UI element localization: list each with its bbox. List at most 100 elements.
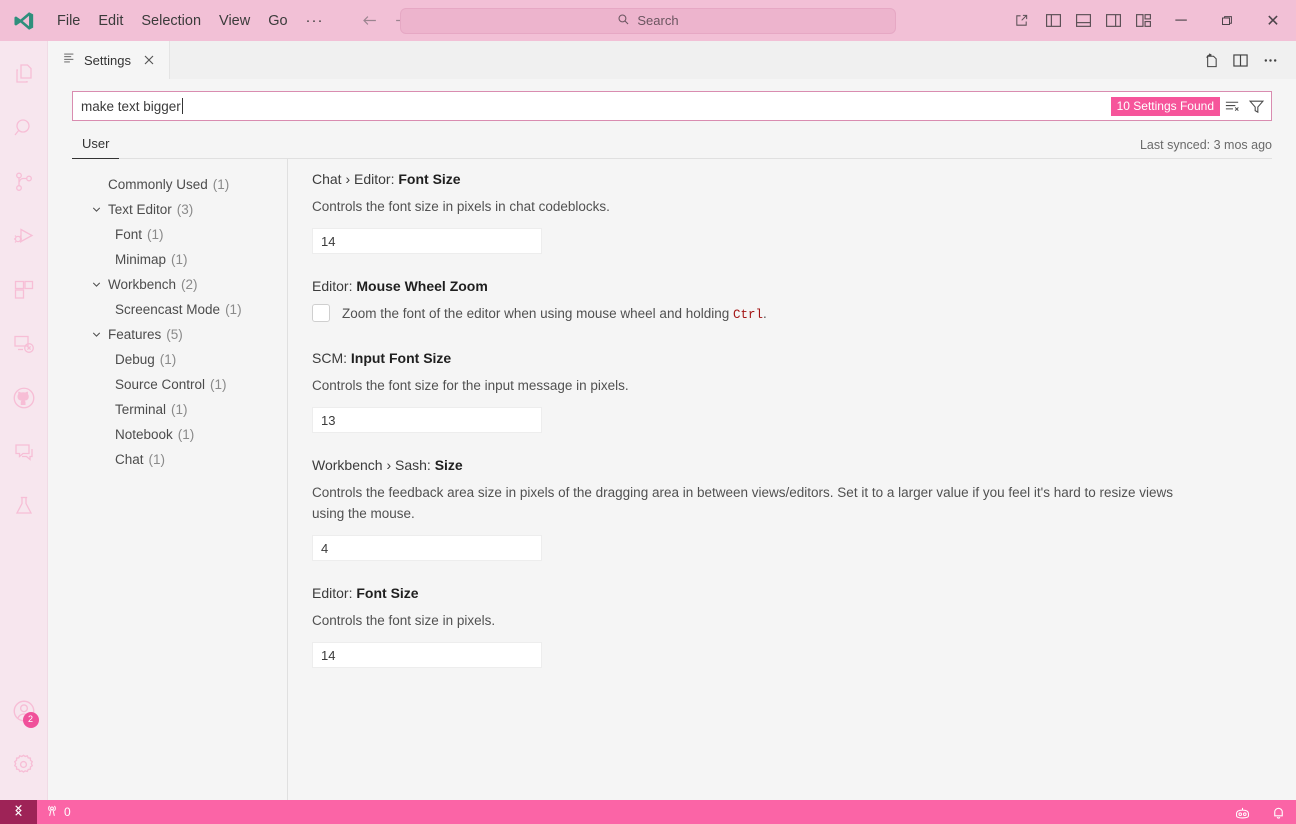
settings-table-of-contents: Commonly Used (1) Text Editor (3) Font (… bbox=[72, 159, 288, 800]
toc-count: (3) bbox=[177, 202, 194, 217]
settings-search-value: make text bigger bbox=[81, 99, 181, 114]
minimize-button[interactable]: ─ bbox=[1158, 0, 1204, 41]
toc-item-notebook[interactable]: Notebook (1) bbox=[72, 422, 287, 447]
sidebar-item-explorer[interactable] bbox=[0, 49, 48, 103]
menu-overflow-button[interactable]: ··· bbox=[297, 10, 333, 32]
sidebar-item-remote-explorer[interactable] bbox=[0, 319, 48, 373]
radio-tower-icon bbox=[45, 804, 59, 821]
toc-count: (1) bbox=[213, 177, 230, 192]
sidebar-item-extensions[interactable] bbox=[0, 265, 48, 319]
menu-go[interactable]: Go bbox=[259, 8, 296, 34]
toc-label: Features bbox=[108, 327, 161, 342]
toc-label: Source Control bbox=[115, 377, 205, 392]
sidebar-item-testing[interactable] bbox=[0, 481, 48, 535]
remote-indicator-button[interactable] bbox=[0, 800, 37, 824]
toc-count: (1) bbox=[147, 227, 164, 242]
setting-description: Controls the font size for the input mes… bbox=[312, 375, 1192, 396]
setting-editor-mouse-wheel-zoom: Editor: Mouse Wheel Zoom Zoom the font o… bbox=[312, 278, 1296, 326]
menu-selection[interactable]: Selection bbox=[132, 8, 210, 34]
setting-value-input[interactable]: 13 bbox=[312, 407, 542, 433]
toc-item-chat[interactable]: Chat (1) bbox=[72, 447, 287, 472]
setting-category: SCM: bbox=[312, 350, 351, 366]
open-settings-json-icon[interactable] bbox=[1196, 46, 1224, 74]
titlebar: File Edit Selection View Go ··· bbox=[0, 0, 1296, 41]
chevron-down-icon[interactable] bbox=[90, 328, 106, 341]
tab-user-settings[interactable]: User bbox=[72, 132, 119, 159]
filter-funnel-icon[interactable] bbox=[1244, 94, 1268, 118]
explorer-icon bbox=[12, 62, 36, 91]
sidebar-item-source-control[interactable] bbox=[0, 157, 48, 211]
toc-item-source-control[interactable]: Source Control (1) bbox=[72, 372, 287, 397]
sidebar-item-run-debug[interactable] bbox=[0, 211, 48, 265]
chevron-down-icon[interactable] bbox=[90, 203, 106, 216]
settings-search-row: make text bigger 10 Settings Found bbox=[72, 91, 1272, 121]
close-icon[interactable] bbox=[139, 50, 159, 70]
extensions-icon bbox=[12, 278, 36, 307]
toc-item-terminal[interactable]: Terminal (1) bbox=[72, 397, 287, 422]
arrow-left-icon[interactable] bbox=[361, 12, 378, 29]
status-radio-tower-item[interactable]: 0 bbox=[37, 800, 79, 824]
setting-category: Workbench › Sash: bbox=[312, 457, 435, 473]
notifications-bell-icon[interactable] bbox=[1261, 800, 1296, 824]
toc-count: (2) bbox=[181, 277, 198, 292]
setting-value-input[interactable]: 14 bbox=[312, 642, 542, 668]
more-actions-icon[interactable] bbox=[1256, 46, 1284, 74]
menu-view[interactable]: View bbox=[210, 8, 259, 34]
chevron-down-icon[interactable] bbox=[90, 278, 106, 291]
open-external-icon[interactable] bbox=[1004, 6, 1038, 36]
editor-actions bbox=[1196, 41, 1296, 79]
close-button[interactable]: ✕ bbox=[1250, 0, 1296, 41]
sidebar-item-chat[interactable] bbox=[0, 427, 48, 481]
toc-item-screencast-mode[interactable]: Screencast Mode (1) bbox=[72, 297, 287, 322]
copilot-icon[interactable] bbox=[1224, 800, 1261, 824]
setting-editor-font-size: Editor: Font Size Controls the font size… bbox=[312, 585, 1296, 668]
toggle-panel-icon[interactable] bbox=[1068, 6, 1098, 36]
settings-search-input[interactable]: make text bigger 10 Settings Found bbox=[72, 91, 1272, 121]
clear-filters-icon[interactable] bbox=[1220, 94, 1244, 118]
toc-item-workbench[interactable]: Workbench (2) bbox=[72, 272, 287, 297]
tab-settings[interactable]: Settings bbox=[48, 41, 170, 79]
testing-icon bbox=[12, 494, 36, 523]
tab-label: Settings bbox=[84, 53, 131, 68]
split-editor-icon[interactable] bbox=[1226, 46, 1254, 74]
toc-count: (1) bbox=[210, 377, 227, 392]
description-pre-text: Zoom the font of the editor when using m… bbox=[342, 306, 733, 321]
sidebar-item-accounts[interactable]: 2 bbox=[0, 686, 48, 740]
toc-item-features[interactable]: Features (5) bbox=[72, 322, 287, 347]
toc-count: (1) bbox=[160, 352, 177, 367]
sync-status-label: Last synced: 3 mos ago bbox=[1140, 138, 1272, 158]
editor-tab-bar: Settings bbox=[48, 41, 1296, 79]
inline-code-ctrl: Ctrl bbox=[733, 308, 763, 322]
menu-edit[interactable]: Edit bbox=[89, 8, 132, 34]
menubar[interactable]: File Edit Selection View Go ··· bbox=[48, 8, 333, 34]
setting-value-input[interactable]: 14 bbox=[312, 228, 542, 254]
toc-item-minimap[interactable]: Minimap (1) bbox=[72, 247, 287, 272]
setting-name: Font Size bbox=[398, 171, 460, 187]
sidebar-item-github[interactable] bbox=[0, 373, 48, 427]
customize-layout-icon[interactable] bbox=[1128, 6, 1158, 36]
toc-count: (1) bbox=[225, 302, 242, 317]
toggle-primary-sidebar-icon[interactable] bbox=[1038, 6, 1068, 36]
command-center-search[interactable]: Search bbox=[400, 8, 896, 34]
titlebar-right-controls: ─ ✕ bbox=[1004, 0, 1296, 41]
toc-item-commonly-used[interactable]: Commonly Used (1) bbox=[72, 172, 287, 197]
setting-name: Mouse Wheel Zoom bbox=[356, 278, 487, 294]
settings-list[interactable]: Chat › Editor: Font Size Controls the fo… bbox=[288, 159, 1296, 800]
toggle-secondary-sidebar-icon[interactable] bbox=[1098, 6, 1128, 36]
toc-count: (1) bbox=[171, 402, 188, 417]
setting-name: Font Size bbox=[356, 585, 418, 601]
setting-checkbox[interactable] bbox=[312, 304, 330, 322]
setting-name: Size bbox=[435, 457, 463, 473]
sidebar-item-search[interactable] bbox=[0, 103, 48, 157]
toc-item-debug[interactable]: Debug (1) bbox=[72, 347, 287, 372]
settings-tab-icon bbox=[62, 51, 76, 70]
setting-checkbox-row: Zoom the font of the editor when using m… bbox=[312, 303, 1256, 326]
sidebar-item-manage[interactable] bbox=[0, 740, 48, 794]
toc-item-font[interactable]: Font (1) bbox=[72, 222, 287, 247]
run-and-debug-icon bbox=[12, 224, 36, 253]
menu-file[interactable]: File bbox=[48, 8, 89, 34]
maximize-button[interactable] bbox=[1204, 0, 1250, 41]
setting-value-input[interactable]: 4 bbox=[312, 535, 542, 561]
setting-title: Editor: Mouse Wheel Zoom bbox=[312, 278, 1256, 294]
toc-item-text-editor[interactable]: Text Editor (3) bbox=[72, 197, 287, 222]
